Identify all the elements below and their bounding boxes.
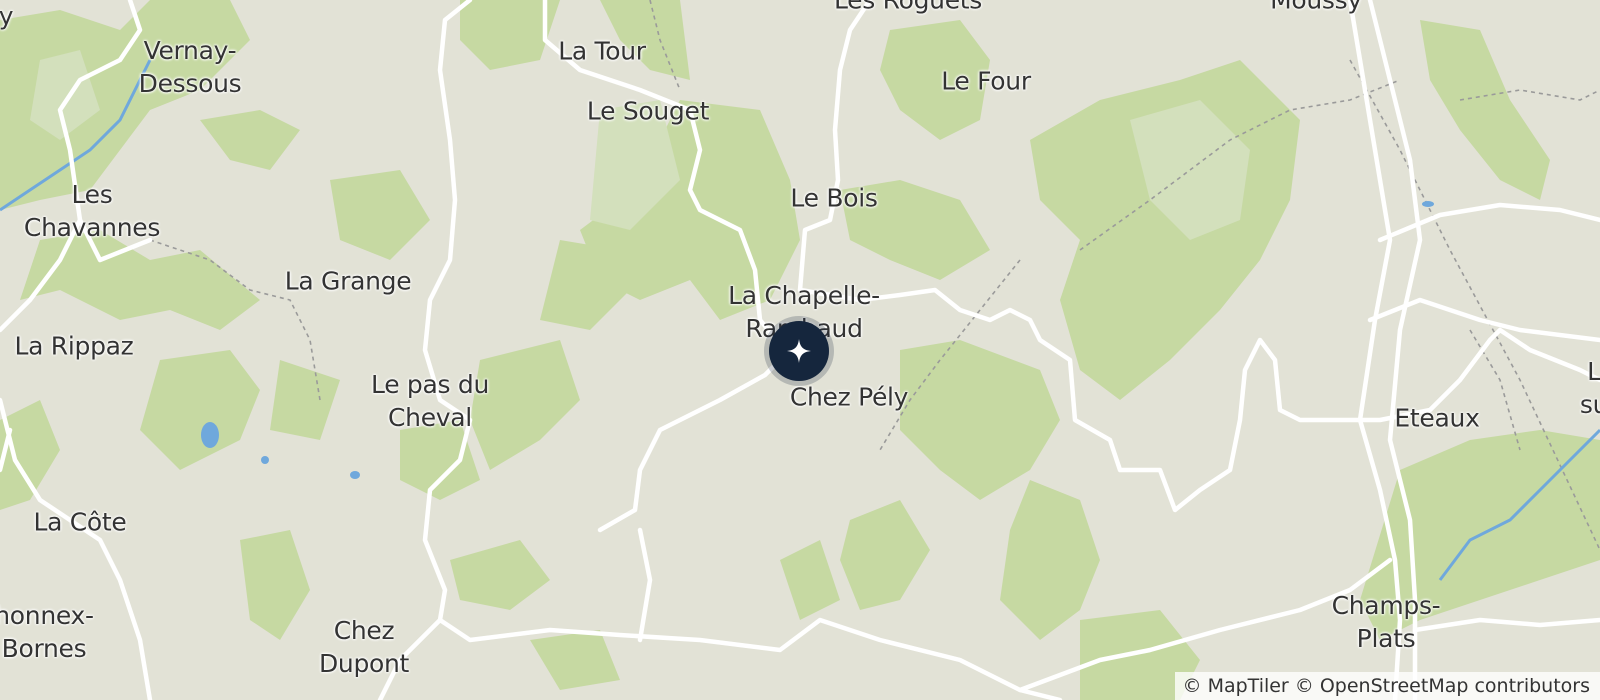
map-view[interactable]: y Vernay- Dessous La Tour Les Roguets Mo… xyxy=(0,0,1600,700)
location-marker-pin[interactable] xyxy=(769,321,829,381)
pond xyxy=(1422,201,1434,207)
osm-attribution-link[interactable]: © OpenStreetMap contributors xyxy=(1295,675,1590,697)
location-marker[interactable] xyxy=(769,321,829,381)
maptiler-attribution-link[interactable]: © MapTiler xyxy=(1183,675,1289,697)
sparkle-icon xyxy=(787,339,811,363)
pond xyxy=(201,422,219,448)
pond xyxy=(261,456,269,464)
pond xyxy=(350,471,360,479)
map-attribution: © MapTiler © OpenStreetMap contributors xyxy=(1174,672,1600,700)
